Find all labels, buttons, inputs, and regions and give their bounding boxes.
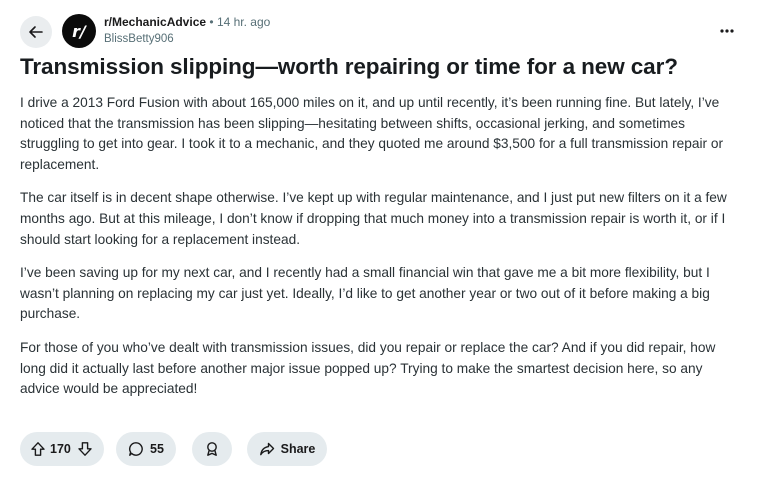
more-options-button[interactable] <box>714 18 740 44</box>
comment-count: 55 <box>150 442 164 456</box>
post-paragraph: I drive a 2013 Ford Fusion with about 16… <box>20 95 724 172</box>
vote-count: 170 <box>50 442 71 456</box>
post-title: Transmission slipping—worth repairing or… <box>20 54 678 79</box>
share-label: Share <box>280 442 316 456</box>
arrow-up-icon <box>30 441 46 457</box>
share-arrow-icon <box>259 441 275 457</box>
post-paragraph: The car itself is in decent shape otherw… <box>20 190 727 247</box>
upvote-button[interactable] <box>30 441 46 457</box>
back-button[interactable] <box>20 16 52 48</box>
award-button[interactable] <box>192 432 232 466</box>
post-header: r/ r/MechanicAdvice • 14 hr. ago BlissBe… <box>20 12 740 52</box>
more-horizontal-icon <box>719 28 735 34</box>
meta-separator: • <box>209 15 214 29</box>
author-link[interactable]: BlissBetty906 <box>104 31 270 47</box>
subreddit-link[interactable]: r/MechanicAdvice <box>104 15 206 29</box>
arrow-down-icon <box>77 441 93 457</box>
post-time: 14 hr. ago <box>216 15 271 29</box>
post-body: I drive a 2013 Ford Fusion with about 16… <box>20 93 732 413</box>
subreddit-avatar[interactable]: r/ <box>62 14 96 48</box>
post-paragraph: For those of you who’ve dealt with trans… <box>20 339 716 397</box>
comment-bubble-icon <box>128 441 144 457</box>
downvote-button[interactable] <box>77 441 93 457</box>
post-meta: r/MechanicAdvice • 14 hr. ago BlissBetty… <box>104 14 270 47</box>
post-paragraph: I’ve been saving up for my next car, and… <box>20 265 710 322</box>
arrow-left-icon <box>27 23 45 41</box>
award-icon <box>204 441 220 457</box>
vote-control: 170 <box>20 432 104 466</box>
comments-button[interactable]: 55 <box>116 432 176 466</box>
share-button[interactable]: Share <box>247 432 327 466</box>
